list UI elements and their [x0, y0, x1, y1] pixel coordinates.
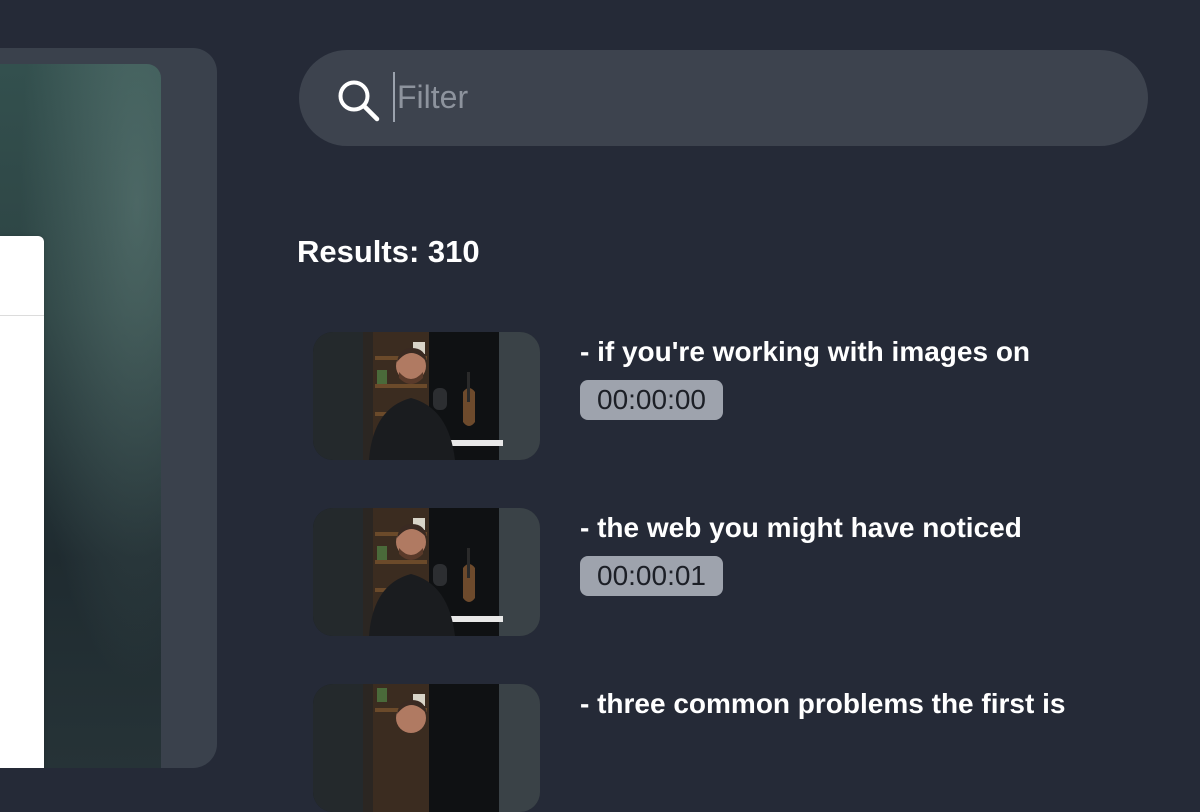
- video-thumbnail[interactable]: [313, 332, 540, 460]
- transcript-line: - if you're working with images on: [580, 336, 1031, 367]
- preview-document: [0, 236, 44, 768]
- timestamp-badge[interactable]: 00:00:00: [580, 380, 723, 420]
- thumbnail-image: [313, 332, 540, 460]
- thumbnail-image: [313, 508, 540, 636]
- video-preview[interactable]: [0, 64, 161, 768]
- search-icon: [338, 80, 380, 122]
- results-count: Results: 310: [297, 234, 480, 269]
- filter-input[interactable]: [393, 72, 1113, 122]
- transcript-line: - the web you might have noticed: [580, 512, 1022, 543]
- video-thumbnail[interactable]: [313, 684, 540, 812]
- video-preview-panel: [0, 48, 217, 768]
- preview-document-header: [0, 236, 44, 316]
- timestamp-badge[interactable]: 00:00:01: [580, 556, 723, 596]
- transcript-result-item[interactable]: - if you're working with images on 00:00…: [313, 332, 1173, 460]
- thumbnail-image: [313, 684, 540, 812]
- video-thumbnail[interactable]: [313, 508, 540, 636]
- transcript-result-item[interactable]: - three common problems the first is: [313, 684, 1173, 812]
- transcript-line: - three common problems the first is: [580, 688, 1066, 719]
- transcript-result-item[interactable]: - the web you might have noticed 00:00:0…: [313, 508, 1173, 636]
